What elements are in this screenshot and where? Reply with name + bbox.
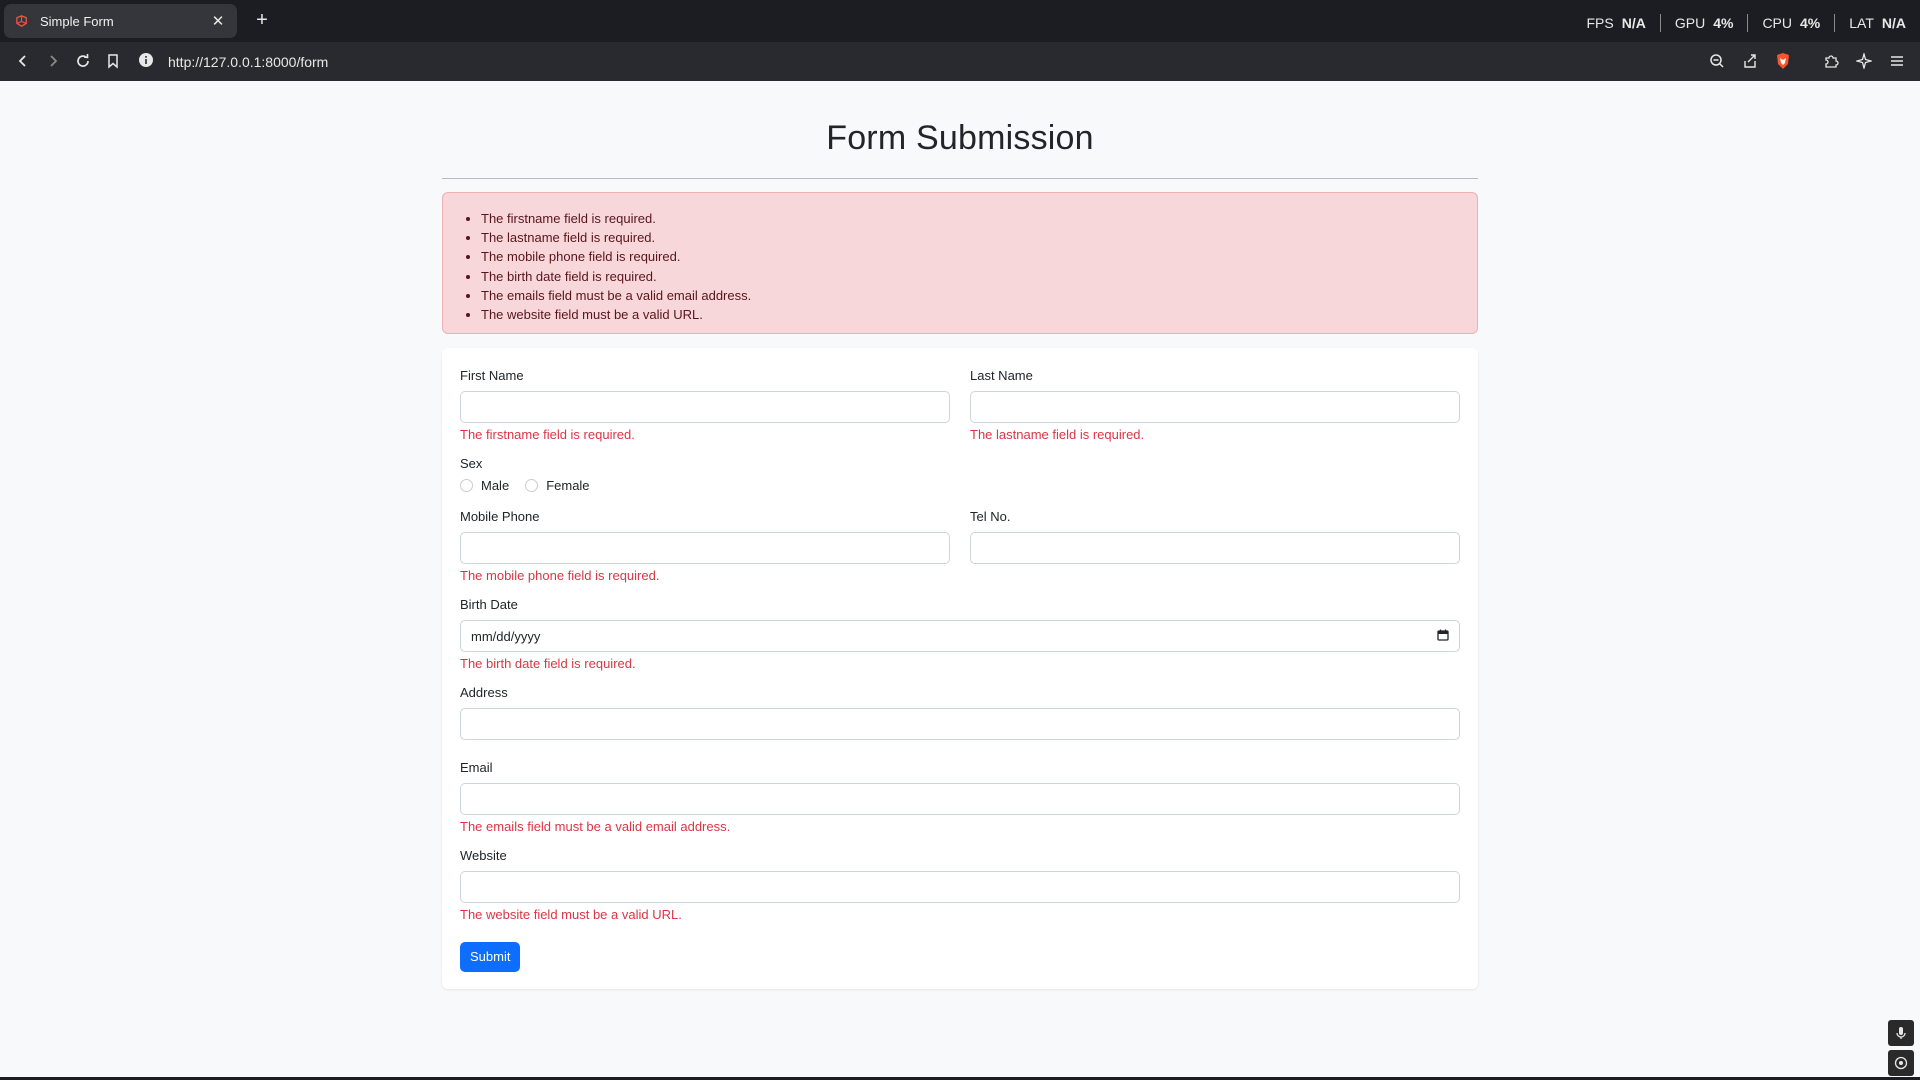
email-input[interactable] [460,783,1460,815]
website-group: Website The website field must be a vali… [460,848,1460,923]
birth-date-group: Birth Date mm/dd/yyyy The birth date fie… [460,597,1460,672]
first-name-group: First Name The firstname field is requir… [460,368,950,443]
error-list-item: The mobile phone field is required. [481,247,1457,266]
tel-no-group: Tel No. [970,509,1460,584]
zoom-out-icon[interactable] [1702,46,1732,76]
site-info-icon[interactable] [138,52,154,73]
sex-group: Sex Male Female [460,456,1460,493]
stat-label: GPU [1674,15,1706,31]
share-icon[interactable] [1735,46,1765,76]
divider [442,178,1478,179]
new-tab-icon[interactable]: + [250,8,274,32]
stat-value: 4% [1713,15,1734,31]
last-name-input[interactable] [970,391,1460,423]
stat-value: N/A [1621,15,1646,31]
mobile-phone-group: Mobile Phone The mobile phone field is r… [460,509,950,584]
error-list-item: The lastname field is required. [481,228,1457,247]
last-name-error: The lastname field is required. [970,427,1145,442]
error-list: The firstname field is required. The las… [481,209,1457,324]
radio-male-label: Male [481,478,510,493]
birth-date-input[interactable]: mm/dd/yyyy [460,620,1460,652]
page-content: Form Submission The firstname field is r… [442,81,1478,989]
stat-label: LAT [1849,15,1874,31]
side-widgets [1888,1020,1914,1076]
address-input[interactable] [460,708,1460,740]
stat-cpu: CPU 4% [1748,14,1836,32]
address-bar[interactable]: http://127.0.0.1:8000/form [138,47,1698,77]
radio-male-circle[interactable] [460,479,473,492]
tab-close-icon[interactable]: ✕ [209,12,227,30]
calendar-icon[interactable] [1437,629,1449,644]
website-error: The website field must be a valid URL. [460,907,682,922]
stat-fps: FPS N/A [1573,14,1661,32]
stat-lat: LAT N/A [1835,14,1906,32]
address-label: Address [460,685,508,700]
browser-tab[interactable]: Simple Form ✕ [4,4,237,38]
radio-female-circle[interactable] [525,479,539,492]
url-text: http://127.0.0.1:8000/form [168,54,329,70]
birth-date-label: Birth Date [460,597,518,612]
browser-toolbar: http://127.0.0.1:8000/form [0,42,1920,81]
website-input[interactable] [460,871,1460,903]
last-name-label: Last Name [970,368,1033,383]
page-title: Form Submission [826,119,1094,157]
email-group: Email The emails field must be a valid e… [460,760,1460,835]
website-label: Website [460,848,507,863]
first-name-error: The firstname field is required. [460,427,635,442]
last-name-group: Last Name The lastname field is required… [970,368,1460,443]
stat-label: FPS [1586,15,1614,31]
back-icon[interactable] [8,46,38,76]
birth-date-error: The birth date field is required. [460,656,636,671]
browser-tab-bar: Simple Form ✕ + FPS N/A GPU 4% CPU 4% LAT N/… [0,0,1920,42]
birth-date-placeholder: mm/dd/yyyy [471,628,541,644]
performance-stats: FPS N/A GPU 4% CPU 4% LAT N/A [1573,14,1906,32]
bookmark-icon[interactable] [98,46,128,76]
radio-male[interactable]: Male [460,478,509,493]
forward-icon[interactable] [38,46,68,76]
email-error: The emails field must be a valid email a… [460,819,731,834]
tab-title: Simple Form [40,13,114,29]
error-list-item: The website field must be a valid URL. [481,305,1457,324]
target-icon[interactable] [1888,1050,1914,1076]
extensions-icon[interactable] [1816,46,1846,76]
error-list-item: The firstname field is required. [481,209,1457,228]
radio-female-label: Female [546,478,590,493]
mobile-phone-label: Mobile Phone [460,509,540,524]
radio-female[interactable]: Female [525,478,590,493]
error-list-item: The birth date field is required. [481,267,1457,286]
first-name-input[interactable] [460,391,950,423]
mobile-phone-error: The mobile phone field is required. [460,568,660,583]
address-group: Address [460,685,1460,740]
email-label: Email [460,760,493,775]
submit-button[interactable]: Submit [460,942,521,972]
menu-icon[interactable] [1882,46,1912,76]
reload-icon[interactable] [68,46,98,76]
first-name-label: First Name [460,368,524,383]
form-card: First Name The firstname field is requir… [442,348,1478,989]
mobile-phone-input[interactable] [460,532,950,564]
laravel-favicon-icon [14,13,30,29]
brave-shield-icon[interactable] [1768,46,1798,76]
error-list-item: The emails field must be a valid email a… [481,286,1457,305]
stat-value: N/A [1881,15,1906,31]
stat-value: 4% [1800,15,1821,31]
error-alert: The firstname field is required. The las… [442,192,1478,334]
microphone-icon[interactable] [1888,1020,1914,1046]
leo-ai-icon[interactable] [1849,46,1879,76]
stat-label: CPU [1762,15,1792,31]
stat-gpu: GPU 4% [1661,14,1749,32]
tel-no-input[interactable] [970,532,1460,564]
tel-no-label: Tel No. [970,509,1011,524]
sex-label: Sex [460,456,483,471]
